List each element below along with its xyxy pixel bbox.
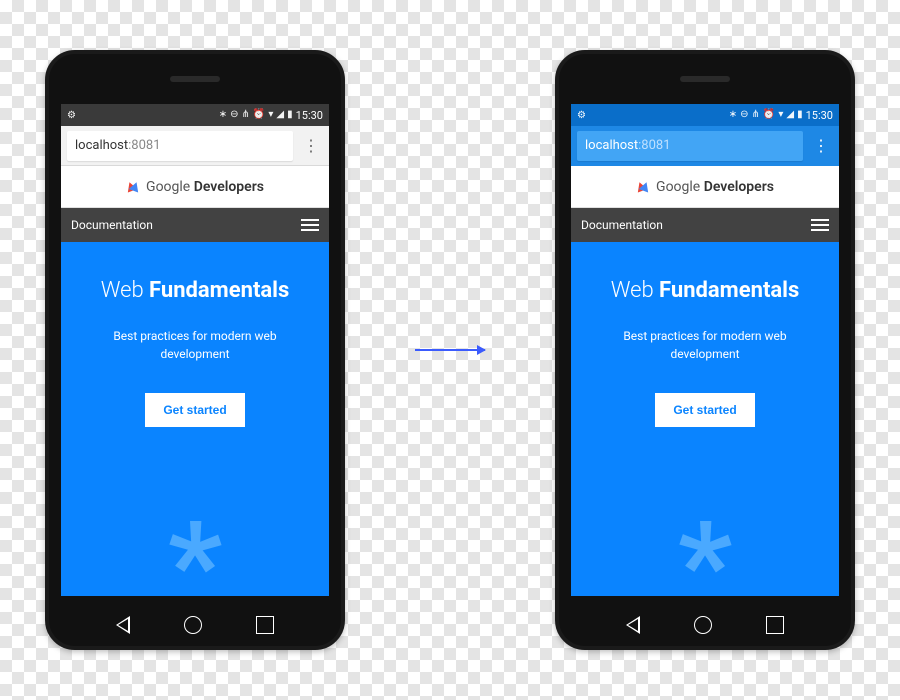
wifi-icon: ▾: [268, 110, 273, 120]
browser-toolbar-themed: localhost:8081 ⋮: [571, 126, 839, 166]
hero-title-bold: Fundamentals: [659, 278, 799, 303]
back-button[interactable]: [116, 616, 130, 634]
brand-text-bold: Developers: [194, 179, 264, 195]
url-port: :8081: [638, 138, 670, 153]
wifi-icon: ▾: [778, 110, 783, 120]
google-angle-icon: [126, 182, 140, 191]
hero-title-light: Web: [101, 278, 149, 303]
address-bar[interactable]: localhost:8081: [67, 131, 293, 161]
browser-menu-button[interactable]: ⋮: [809, 138, 833, 154]
brand-text-light: Google: [146, 179, 190, 195]
phone-speaker: [170, 76, 220, 82]
transition-arrow-icon: [405, 349, 495, 351]
site-header: Google Developers: [571, 166, 839, 208]
hero: Web Fundamentals Best practices for mode…: [61, 242, 329, 596]
hero-title-bold: Fundamentals: [149, 278, 289, 303]
bluetooth-icon: ∗: [219, 110, 227, 120]
phone-after: ⚙ ∗ ⊖ ⋔ ⏰ ▾ ◢ ▮ 15:30 localhost:8081 ⋮ G…: [555, 50, 855, 650]
alarm-icon: ⏰: [253, 110, 265, 120]
hero-title-light: Web: [611, 278, 659, 303]
hero-decoration-icon: *: [678, 506, 733, 596]
home-button[interactable]: [694, 616, 712, 634]
url-host: localhost: [585, 138, 638, 153]
hero: Web Fundamentals Best practices for mode…: [571, 242, 839, 596]
get-started-button[interactable]: Get started: [655, 393, 754, 427]
signal-icon: ◢: [786, 110, 794, 120]
doc-title: Documentation: [71, 218, 153, 232]
doc-section-header: Documentation: [61, 208, 329, 242]
address-bar[interactable]: localhost:8081: [577, 131, 803, 161]
screen: ⚙ ∗ ⊖ ⋔ ⏰ ▾ ◢ ▮ 15:30 localhost:8081 ⋮ G…: [61, 104, 329, 596]
home-button[interactable]: [184, 616, 202, 634]
google-angle-icon: [636, 182, 650, 191]
get-started-button[interactable]: Get started: [145, 393, 244, 427]
phone-before: ⚙ ∗ ⊖ ⋔ ⏰ ▾ ◢ ▮ 15:30 localhost:8081 ⋮ G…: [45, 50, 345, 650]
android-nav-bar: [49, 616, 341, 634]
hero-decoration-icon: *: [168, 506, 223, 596]
site-header: Google Developers: [61, 166, 329, 208]
hero-subtitle: Best practices for modern web developmen…: [605, 327, 805, 363]
hero-subtitle: Best practices for modern web developmen…: [95, 327, 295, 363]
debug-icon: ⚙: [577, 110, 586, 121]
url-port: :8081: [128, 138, 160, 153]
bluetooth-icon: ∗: [729, 110, 737, 120]
alarm-icon: ⏰: [763, 110, 775, 120]
doc-section-header: Documentation: [571, 208, 839, 242]
vibrate-icon: ⋔: [242, 110, 250, 120]
doc-title: Documentation: [581, 218, 663, 232]
signal-icon: ◢: [276, 110, 284, 120]
battery-icon: ▮: [287, 110, 293, 120]
battery-icon: ▮: [797, 110, 803, 120]
url-host: localhost: [75, 138, 128, 153]
status-bar: ⚙ ∗ ⊖ ⋔ ⏰ ▾ ◢ ▮ 15:30: [61, 104, 329, 126]
hero-title: Web Fundamentals: [101, 278, 290, 303]
phone-speaker: [680, 76, 730, 82]
screen: ⚙ ∗ ⊖ ⋔ ⏰ ▾ ◢ ▮ 15:30 localhost:8081 ⋮ G…: [571, 104, 839, 596]
back-button[interactable]: [626, 616, 640, 634]
brand-text-bold: Developers: [704, 179, 774, 195]
hero-title: Web Fundamentals: [611, 278, 800, 303]
status-bar-themed: ⚙ ∗ ⊖ ⋔ ⏰ ▾ ◢ ▮ 15:30: [571, 104, 839, 126]
vibrate-icon: ⋔: [752, 110, 760, 120]
clock: 15:30: [806, 110, 833, 121]
hamburger-icon[interactable]: [301, 216, 319, 234]
dnd-icon: ⊖: [230, 110, 238, 120]
brand-text-light: Google: [656, 179, 700, 195]
debug-icon: ⚙: [67, 110, 76, 121]
recents-button[interactable]: [766, 616, 784, 634]
browser-menu-button[interactable]: ⋮: [299, 138, 323, 154]
browser-toolbar: localhost:8081 ⋮: [61, 126, 329, 166]
hamburger-icon[interactable]: [811, 216, 829, 234]
clock: 15:30: [296, 110, 323, 121]
dnd-icon: ⊖: [740, 110, 748, 120]
recents-button[interactable]: [256, 616, 274, 634]
android-nav-bar: [559, 616, 851, 634]
